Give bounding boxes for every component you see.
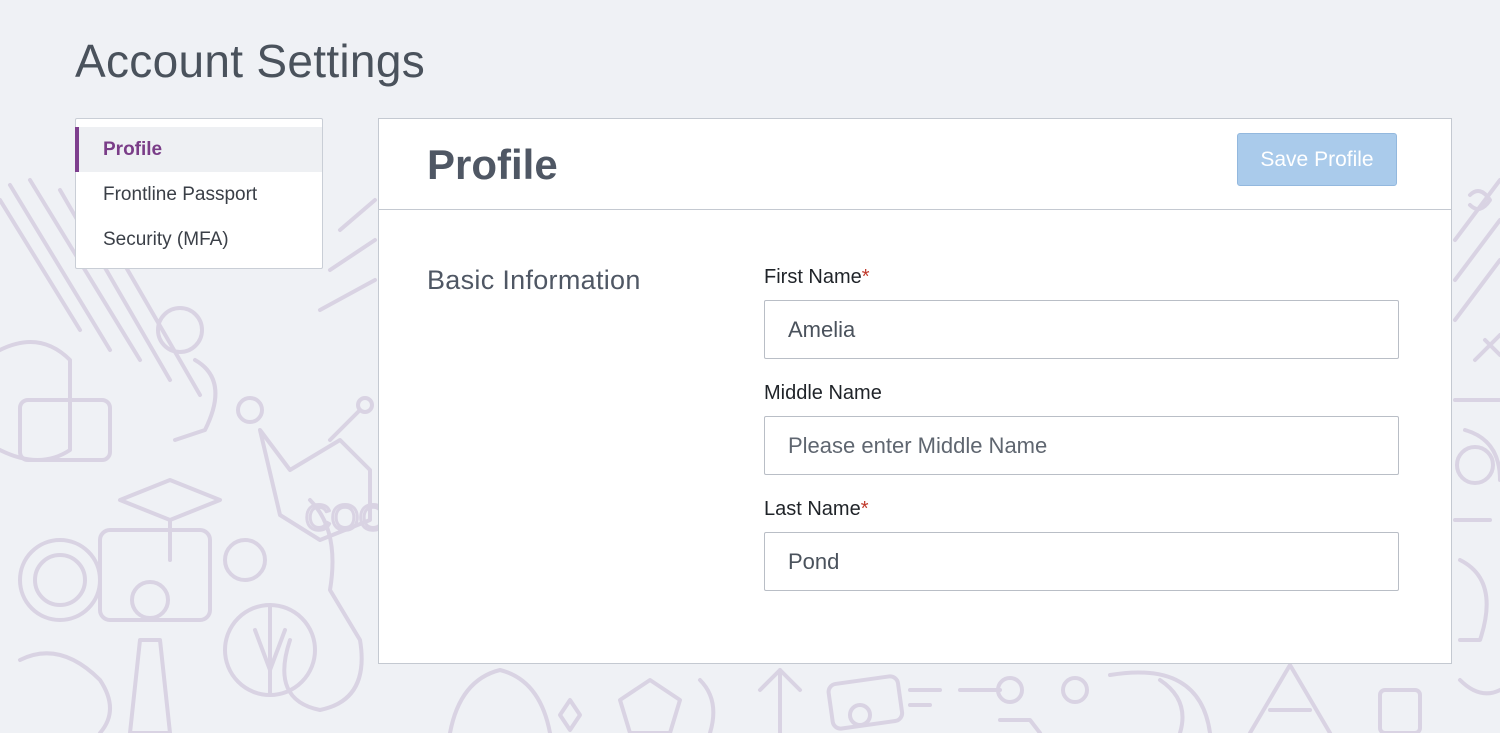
first-name-label: First Name* — [764, 262, 1399, 292]
page-title: Account Settings — [75, 35, 426, 87]
first-name-group: First Name* — [764, 262, 1399, 359]
first-name-label-text: First Name — [764, 266, 862, 288]
save-profile-button[interactable]: Save Profile — [1237, 133, 1397, 186]
card-header: Profile Save Profile — [379, 119, 1451, 210]
first-name-input[interactable] — [764, 300, 1399, 359]
settings-sidebar: Profile Frontline Passport Security (MFA… — [75, 118, 323, 269]
svg-text:COO: COO — [305, 497, 387, 538]
required-asterisk: * — [861, 266, 870, 288]
profile-card: Profile Save Profile Basic Information F… — [378, 118, 1452, 664]
middle-name-label: Middle Name — [764, 382, 882, 404]
card-title: Profile — [427, 141, 558, 188]
required-asterisk: * — [860, 498, 869, 520]
last-name-label-text: Last Name — [764, 498, 861, 520]
middle-name-group: Middle Name — [764, 378, 1399, 475]
last-name-group: Last Name* — [764, 494, 1399, 591]
last-name-label: Last Name* — [764, 494, 1399, 524]
middle-name-input[interactable] — [764, 416, 1399, 475]
sidebar-item-frontline-passport[interactable]: Frontline Passport — [76, 172, 322, 217]
section-label-basic-information: Basic Information — [427, 265, 641, 295]
sidebar-item-security-mfa[interactable]: Security (MFA) — [76, 217, 322, 262]
last-name-input[interactable] — [764, 532, 1399, 591]
sidebar-item-profile[interactable]: Profile — [75, 127, 322, 172]
